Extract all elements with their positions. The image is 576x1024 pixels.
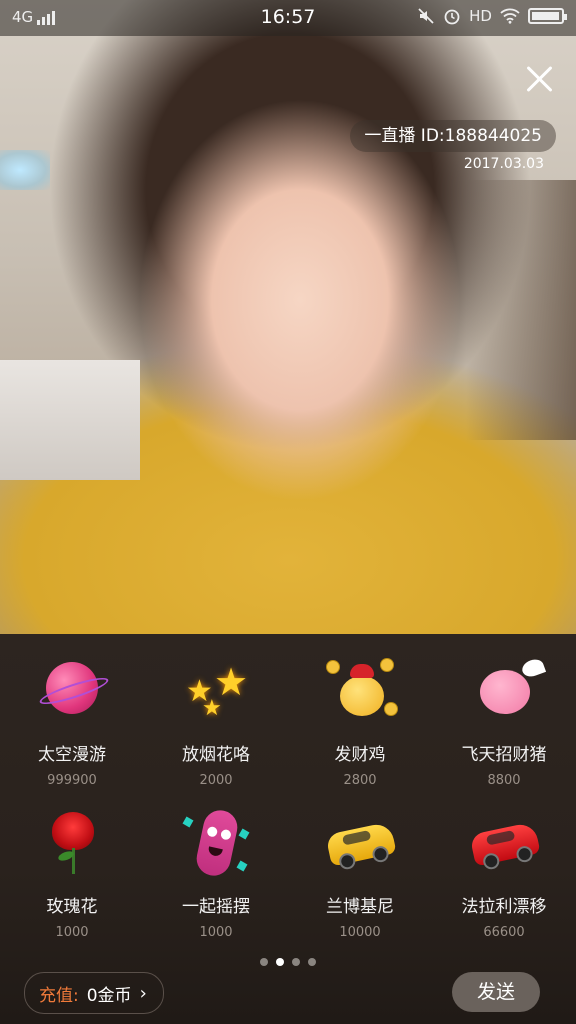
hd-badge: HD — [469, 7, 492, 25]
page-dot-active[interactable] — [276, 958, 284, 966]
gift-price: 2000 — [199, 773, 233, 788]
ferrari-icon — [468, 808, 541, 880]
flying-pig-icon — [468, 656, 540, 728]
status-bar: 4G 16:57 HD — [0, 0, 576, 36]
ceiling-lamp — [0, 150, 50, 190]
gift-price: 999900 — [47, 773, 97, 788]
alarm-icon — [444, 9, 460, 25]
gift-price: 10000 — [339, 925, 381, 940]
gift-name: 一起摇摆 — [182, 897, 250, 917]
gift-item[interactable]: 法拉利漂移 66600 — [432, 808, 576, 960]
background-cabinet — [0, 360, 140, 480]
page-dot[interactable] — [308, 958, 316, 966]
rose-icon — [36, 808, 108, 880]
wifi-icon — [500, 8, 520, 24]
gift-name: 飞天招财猪 — [461, 745, 547, 765]
gift-name: 太空漫游 — [38, 745, 106, 765]
live-id-badge: 一直播 ID:188844025 — [350, 120, 556, 152]
status-icons: HD — [417, 7, 567, 25]
gift-price: 66600 — [483, 925, 525, 940]
page-dot[interactable] — [260, 958, 268, 966]
gift-item[interactable]: ★ ★ ★ 放烟花咯 2000 — [144, 656, 288, 808]
gift-item[interactable]: 飞天招财猪 8800 — [432, 656, 576, 808]
background-shade — [466, 180, 576, 440]
page-indicator[interactable] — [0, 958, 576, 966]
recharge-label: 充值: — [39, 985, 79, 1006]
gift-item[interactable]: 玫瑰花 1000 — [0, 808, 144, 960]
gift-item[interactable]: 发财鸡 2800 — [288, 656, 432, 808]
lamborghini-icon — [324, 808, 397, 880]
space-ball-icon — [36, 656, 108, 728]
send-button[interactable]: 发送 — [452, 972, 540, 1012]
gift-price: 8800 — [487, 773, 521, 788]
close-button[interactable] — [524, 64, 554, 94]
gift-name: 法拉利漂移 — [461, 897, 547, 917]
gift-name: 放烟花咯 — [182, 745, 250, 765]
gift-price: 2800 — [343, 773, 377, 788]
recharge-button[interactable]: 充值: 0金币 › — [24, 972, 164, 1014]
gift-name: 兰博基尼 — [326, 897, 394, 917]
gift-item[interactable]: 太空漫游 999900 — [0, 656, 144, 808]
gift-price: 1000 — [199, 925, 233, 940]
gift-price: 1000 — [55, 925, 89, 940]
battery-icon — [528, 8, 567, 24]
gift-grid: 太空漫游 999900 ★ ★ ★ 放烟花咯 2000 发财鸡 2800 飞天招… — [0, 656, 576, 960]
page-dot[interactable] — [292, 958, 300, 966]
live-date: 2017.03.03 — [463, 156, 544, 172]
fireworks-icon: ★ ★ ★ — [186, 660, 249, 721]
chevron-right-icon: › — [139, 982, 147, 1004]
mute-icon — [418, 8, 434, 24]
gift-name: 发财鸡 — [334, 745, 386, 765]
lucky-chick-icon — [324, 656, 398, 728]
dancing-sausage-icon — [180, 807, 252, 880]
gift-item[interactable]: 一起摇摆 1000 — [144, 807, 288, 960]
gift-panel: 太空漫游 999900 ★ ★ ★ 放烟花咯 2000 发财鸡 2800 飞天招… — [0, 634, 576, 1024]
gift-item[interactable]: 兰博基尼 10000 — [288, 808, 432, 960]
coin-balance: 0金币 — [86, 985, 132, 1006]
gift-name: 玫瑰花 — [46, 897, 98, 917]
live-video[interactable] — [0, 0, 576, 634]
